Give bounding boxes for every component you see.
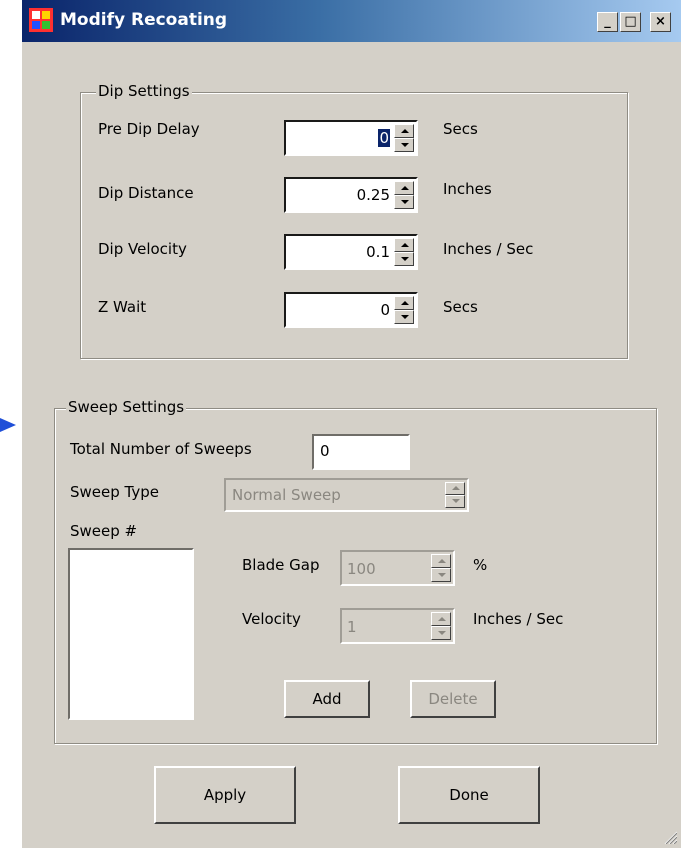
z-wait-spinner[interactable]: 0 <box>284 292 418 328</box>
spin-down-icon[interactable] <box>445 495 465 508</box>
pre-dip-delay-spinner[interactable]: 0 <box>284 120 418 156</box>
add-button[interactable]: Add <box>284 680 370 718</box>
pointer-arrow-icon <box>0 418 16 432</box>
pre-dip-delay-value: 0 <box>378 129 390 147</box>
dip-distance-label: Dip Distance <box>98 184 194 202</box>
spin-up-icon[interactable] <box>431 554 451 568</box>
dip-settings-legend: Dip Settings <box>96 82 192 100</box>
z-wait-unit: Secs <box>443 298 478 316</box>
velocity-value: 1 <box>347 618 357 636</box>
dip-distance-value: 0.25 <box>356 186 390 204</box>
dip-velocity-label: Dip Velocity <box>98 240 187 258</box>
pre-dip-delay-label: Pre Dip Delay <box>98 120 200 138</box>
minimize-button[interactable]: _ <box>597 12 618 32</box>
blade-gap-label: Blade Gap <box>242 556 320 574</box>
sweep-type-label: Sweep Type <box>70 483 159 501</box>
velocity-label: Velocity <box>242 610 301 628</box>
spin-up-icon[interactable] <box>394 124 414 138</box>
total-sweeps-value: 0 <box>320 442 330 460</box>
spin-up-icon[interactable] <box>394 296 414 310</box>
resize-grip-icon[interactable] <box>661 828 677 844</box>
sweep-list[interactable] <box>68 548 194 720</box>
maximize-button[interactable]: □ <box>620 12 641 32</box>
maximize-icon: □ <box>624 14 637 29</box>
spin-down-icon[interactable] <box>394 195 414 209</box>
spin-down-icon[interactable] <box>431 626 451 640</box>
spin-down-icon[interactable] <box>394 310 414 324</box>
spin-up-icon[interactable] <box>445 482 465 495</box>
minimize-icon: _ <box>604 14 611 29</box>
spin-down-icon[interactable] <box>431 568 451 582</box>
dip-velocity-unit: Inches / Sec <box>443 240 534 258</box>
dip-distance-spinner[interactable]: 0.25 <box>284 177 418 213</box>
app-icon <box>29 8 53 32</box>
spin-up-icon[interactable] <box>431 612 451 626</box>
close-icon: × <box>655 14 666 29</box>
spin-down-icon[interactable] <box>394 138 414 152</box>
delete-button[interactable]: Delete <box>410 680 496 718</box>
pre-dip-delay-unit: Secs <box>443 120 478 138</box>
close-button[interactable]: × <box>650 12 671 32</box>
sweep-number-label: Sweep # <box>70 522 138 540</box>
spin-up-icon[interactable] <box>394 238 414 252</box>
sweep-type-select[interactable]: Normal Sweep <box>224 478 469 512</box>
velocity-unit: Inches / Sec <box>473 610 564 628</box>
dip-velocity-value: 0.1 <box>366 243 390 261</box>
dip-velocity-spinner[interactable]: 0.1 <box>284 234 418 270</box>
z-wait-label: Z Wait <box>98 298 147 316</box>
dip-distance-unit: Inches <box>443 180 492 198</box>
total-sweeps-input[interactable]: 0 <box>312 434 410 470</box>
z-wait-value: 0 <box>380 301 390 319</box>
spin-up-icon[interactable] <box>394 181 414 195</box>
sweep-type-value: Normal Sweep <box>232 486 341 504</box>
blade-gap-value: 100 <box>347 560 376 578</box>
blade-gap-unit: % <box>473 556 488 574</box>
spin-down-icon[interactable] <box>394 252 414 266</box>
velocity-spinner[interactable]: 1 <box>340 608 455 644</box>
apply-button[interactable]: Apply <box>154 766 296 824</box>
total-sweeps-label: Total Number of Sweeps <box>70 440 252 458</box>
blade-gap-spinner[interactable]: 100 <box>340 550 455 586</box>
window-title: Modify Recoating <box>60 10 228 30</box>
done-button[interactable]: Done <box>398 766 540 824</box>
sweep-settings-legend: Sweep Settings <box>66 398 187 416</box>
